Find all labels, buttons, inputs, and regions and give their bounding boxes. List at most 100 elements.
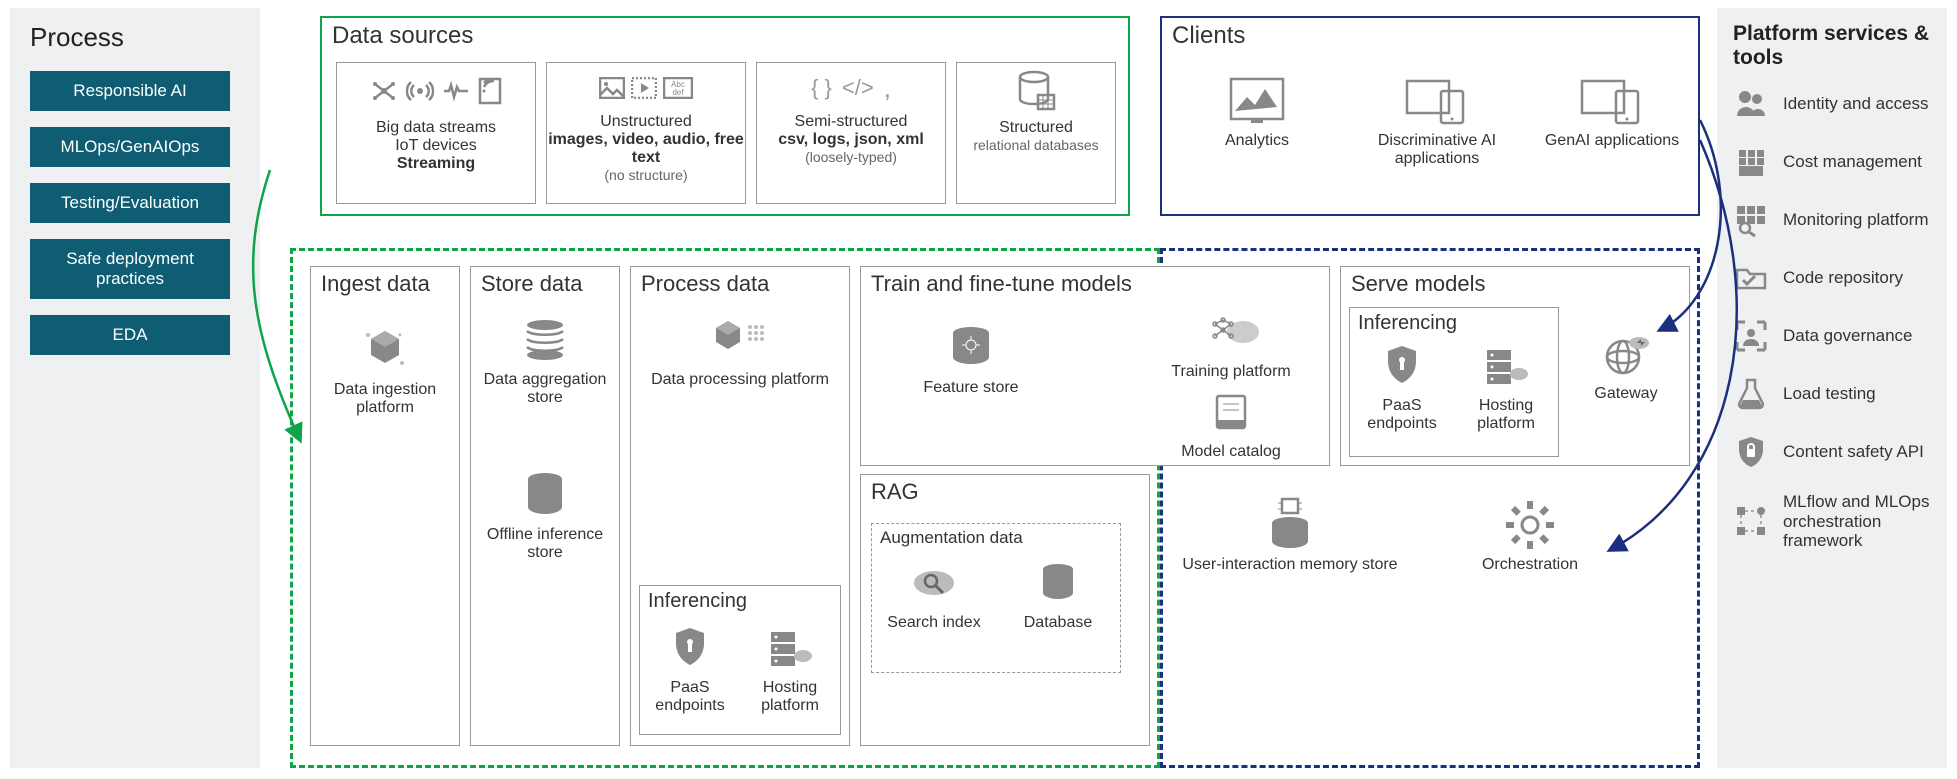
serve-box: Serve models Inferencing PaaS endpoints … — [1340, 266, 1690, 466]
analytics-icon — [1182, 74, 1332, 128]
label: PaaS endpoints — [645, 679, 735, 716]
platform-item-label: Identity and access — [1783, 94, 1929, 114]
devices-icon — [1352, 74, 1522, 128]
card-paren: (no structure) — [547, 167, 745, 183]
inferencing-title: Inferencing — [1350, 308, 1558, 339]
serve-paas: PaaS endpoints — [1357, 339, 1447, 434]
label: GenAI applications — [1542, 132, 1682, 150]
card-structured: Structured relational databases — [956, 62, 1116, 204]
card-line: Structured — [957, 119, 1115, 137]
label: Data ingestion platform — [311, 381, 459, 418]
cylinder-brain-icon — [891, 321, 1051, 375]
platform-item-cost: Cost management — [1733, 144, 1931, 180]
media-icons: Abcdef — [547, 63, 745, 113]
server-cloud-icon — [1461, 339, 1551, 393]
memory-store: User-interaction memory store — [1180, 498, 1400, 574]
card-line: Semi-structured — [757, 113, 945, 131]
label: Discriminative AI applications — [1352, 132, 1522, 169]
platform-item-label: Load testing — [1783, 384, 1876, 404]
data-sources-title: Data sources — [322, 18, 1128, 56]
label: Feature store — [891, 379, 1051, 397]
card-line: Unstructured — [547, 113, 745, 131]
label: Database — [1003, 614, 1113, 632]
data-sources-box: Data sources Big data streams IoT device… — [320, 16, 1130, 216]
platform-item-label: MLflow and MLOps orchestration framework — [1783, 492, 1931, 551]
inferencing-title: Inferencing — [640, 586, 840, 617]
rag-title: RAG — [861, 475, 1149, 511]
processdata-title: Process data — [631, 267, 849, 303]
card-sub: relational databases — [957, 137, 1115, 153]
platform-item-label: Cost management — [1783, 152, 1922, 172]
client-discriminative: Discriminative AI applications — [1352, 74, 1522, 169]
workflow-icon — [1733, 503, 1769, 539]
cloud-search-icon — [879, 556, 989, 610]
store-node-agg: Data aggregation store — [471, 313, 619, 408]
platform-item-label: Data governance — [1783, 326, 1912, 346]
platform-item-monitoring: Monitoring platform — [1733, 202, 1931, 238]
shield-icon — [645, 621, 735, 675]
card-bold: Streaming — [397, 155, 475, 172]
paas-node: PaaS endpoints — [645, 621, 735, 716]
platform-item-label: Code repository — [1783, 268, 1903, 288]
database-icon — [957, 63, 1115, 119]
gear-icon — [1430, 498, 1630, 552]
stream-icons — [337, 63, 535, 119]
platform-item-identity: Identity and access — [1733, 86, 1931, 122]
card-line: Big data streams — [337, 119, 535, 137]
serve-title: Serve models — [1341, 267, 1689, 303]
diagram-canvas: Data sources Big data streams IoT device… — [290, 8, 1700, 768]
store-title: Store data — [471, 267, 619, 303]
process-item: EDA — [30, 315, 230, 355]
hosting-node: Hosting platform — [745, 621, 835, 716]
people-icon — [1733, 86, 1769, 122]
card-unstructured: Abcdef Unstructured images, video, audio… — [546, 62, 746, 204]
cylinder-icon — [471, 468, 619, 522]
aug-box: Augmentation data Search index Database — [871, 523, 1121, 673]
brain-cloud-icon — [1151, 305, 1311, 359]
serve-inferencing: Inferencing PaaS endpoints Hosting platf… — [1349, 307, 1559, 457]
clients-box: Clients Analytics Discriminative AI appl… — [1160, 16, 1700, 216]
folder-check-icon — [1733, 260, 1769, 296]
label: Orchestration — [1430, 556, 1630, 574]
platform-item-mlflow: MLflow and MLOps orchestration framework — [1733, 492, 1931, 551]
globe-cloud-icon — [1571, 327, 1681, 381]
feature-store: Feature store — [891, 321, 1051, 397]
platform-panel: Platform services & tools Identity and a… — [1717, 8, 1947, 768]
layers-icon — [471, 313, 619, 367]
client-genai: GenAI applications — [1542, 74, 1682, 150]
flask-icon — [1733, 376, 1769, 412]
card-bigdata: Big data streams IoT devices Streaming — [336, 62, 536, 204]
cylinder-chip-icon — [1180, 498, 1400, 552]
rag-box: RAG Augmentation data Search index Datab… — [860, 474, 1150, 746]
card-bold: csv, logs, json, xml — [778, 131, 924, 148]
card-line: IoT devices — [337, 137, 535, 155]
platform-item-code: Code repository — [1733, 260, 1931, 296]
train-box: Train and fine-tune models Feature store… — [860, 266, 1330, 466]
cylinder-icon — [1003, 556, 1113, 610]
frame-user-icon — [1733, 318, 1769, 354]
model-catalog: Model catalog — [1151, 385, 1311, 461]
process-title: Process — [30, 22, 240, 53]
label: User-interaction memory store — [1180, 556, 1400, 574]
server-cloud-icon — [745, 621, 835, 675]
clients-title: Clients — [1162, 18, 1698, 56]
serve-hosting: Hosting platform — [1461, 339, 1551, 434]
label: Data aggregation store — [471, 371, 619, 408]
platform-item-governance: Data governance — [1733, 318, 1931, 354]
label: Hosting platform — [745, 679, 835, 716]
platform-title: Platform services & tools — [1733, 22, 1931, 70]
calculator-icon — [1733, 144, 1769, 180]
label: Search index — [879, 614, 989, 632]
process-item: Safe deployment practices — [30, 239, 230, 299]
ingest-box: Ingest data Data ingestion platform — [310, 266, 460, 746]
process-node: Data processing platform — [631, 313, 849, 389]
client-analytics: Analytics — [1182, 74, 1332, 150]
label: Data processing platform — [631, 371, 849, 389]
process-panel: Process Responsible AI MLOps/GenAIOps Te… — [10, 8, 260, 768]
aug-title: Augmentation data — [872, 524, 1120, 552]
label: Analytics — [1182, 132, 1332, 150]
ingest-node: Data ingestion platform — [311, 323, 459, 418]
platform-item-load: Load testing — [1733, 376, 1931, 412]
process-item: Responsible AI — [30, 71, 230, 111]
label: Training platform — [1151, 363, 1311, 381]
